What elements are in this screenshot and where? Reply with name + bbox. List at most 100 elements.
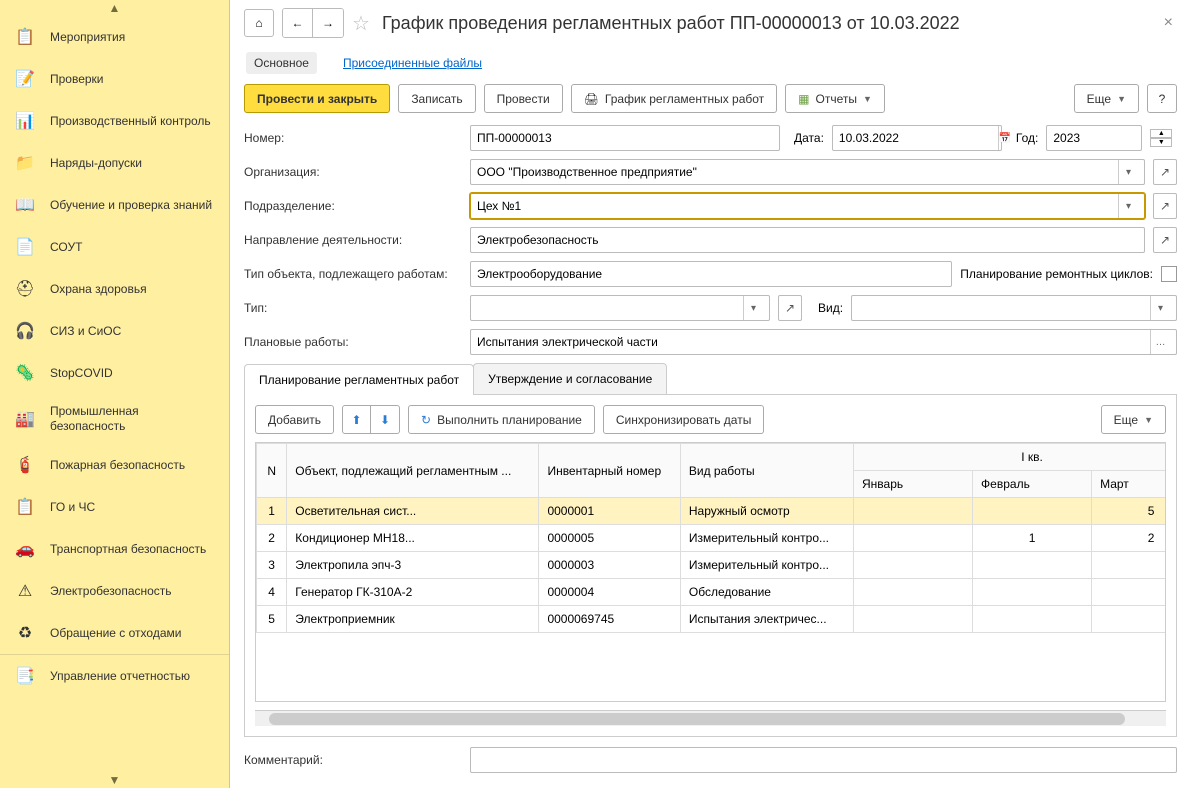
sidebar-item-proverki[interactable]: 📝Проверки bbox=[0, 58, 229, 100]
col-mar[interactable]: Март bbox=[1092, 471, 1166, 498]
do-plan-button[interactable]: ↻Выполнить планирование bbox=[408, 405, 595, 434]
sidebar-item-electro[interactable]: ⚠Электробезопасность bbox=[0, 570, 229, 612]
col-obj[interactable]: Объект, подлежащий регламентным ... bbox=[287, 444, 539, 498]
chevron-down-icon[interactable]: ▾ bbox=[1118, 160, 1138, 184]
star-icon[interactable]: ☆ bbox=[352, 11, 370, 36]
sidebar-item-go[interactable]: 📋ГО и ЧС bbox=[0, 486, 229, 528]
recycle-icon: ♻ bbox=[14, 622, 36, 644]
section-tabs: Основное Присоединенные файлы bbox=[244, 46, 1177, 82]
chevron-down-icon[interactable]: ▾ bbox=[743, 296, 763, 320]
calendar-icon[interactable]: 📅 bbox=[998, 126, 1011, 150]
grid[interactable]: N Объект, подлежащий регламентным ... Ин… bbox=[255, 442, 1166, 702]
open-icon[interactable]: ↗ bbox=[1153, 159, 1177, 185]
number-field[interactable] bbox=[470, 125, 780, 151]
sidebar-item-sout[interactable]: 📄СОУТ bbox=[0, 226, 229, 268]
kind-input[interactable] bbox=[858, 301, 1146, 315]
planwork-field[interactable]: … bbox=[470, 329, 1177, 355]
year-field[interactable] bbox=[1046, 125, 1142, 151]
tab-files[interactable]: Присоединенные файлы bbox=[335, 52, 490, 74]
planwork-input[interactable] bbox=[477, 335, 1146, 349]
sidebar-item-obuchenie[interactable]: 📖Обучение и проверка знаний bbox=[0, 184, 229, 226]
open-icon[interactable]: ↗ bbox=[1153, 193, 1177, 219]
spin-up-icon[interactable]: ▲ bbox=[1150, 129, 1172, 138]
move-up-button[interactable]: ⬆ bbox=[343, 406, 371, 433]
number-input[interactable] bbox=[477, 131, 773, 145]
scroll-thumb[interactable] bbox=[269, 713, 1125, 725]
factory-icon: 🏭 bbox=[14, 408, 36, 430]
date-input[interactable] bbox=[839, 131, 994, 145]
sub-more-button[interactable]: Еще▼ bbox=[1101, 405, 1166, 434]
sidebar-item-label: Производственный контроль bbox=[50, 114, 215, 129]
move-down-button[interactable]: ⬇ bbox=[371, 406, 399, 433]
col-inv[interactable]: Инвентарный номер bbox=[539, 444, 680, 498]
sidebar-item-stopcovid[interactable]: 🦠StopCOVID bbox=[0, 352, 229, 394]
print-button[interactable]: 🖨График регламентных работ bbox=[571, 84, 777, 113]
save-button[interactable]: Записать bbox=[398, 84, 475, 113]
chevron-down-icon: ▼ bbox=[1144, 415, 1153, 425]
year-spinner[interactable]: ▲▼ bbox=[1150, 129, 1172, 147]
sidebar-collapse-bottom[interactable]: ▼ bbox=[0, 772, 229, 788]
dir-input[interactable] bbox=[477, 233, 1138, 247]
comment-field[interactable] bbox=[470, 747, 1177, 773]
print-label: График регламентных работ bbox=[605, 92, 764, 106]
table-row[interactable]: 5Электроприемник0000069745Испытания элек… bbox=[257, 606, 1167, 633]
reports-button[interactable]: ▦Отчеты▼ bbox=[785, 84, 885, 113]
type-input[interactable] bbox=[477, 301, 739, 315]
post-and-close-button[interactable]: Провести и закрыть bbox=[244, 84, 390, 113]
close-button[interactable]: × bbox=[1160, 10, 1177, 36]
chevron-down-icon[interactable]: ▾ bbox=[1150, 296, 1170, 320]
nav-forward-button[interactable]: → bbox=[313, 9, 343, 37]
col-feb[interactable]: Февраль bbox=[973, 471, 1092, 498]
kind-field[interactable]: ▾ bbox=[851, 295, 1177, 321]
table-row[interactable]: 3Электропила эпч-30000003Измерительный к… bbox=[257, 552, 1167, 579]
col-n[interactable]: N bbox=[257, 444, 287, 498]
org-input[interactable] bbox=[477, 165, 1114, 179]
nav-back-button[interactable]: ← bbox=[283, 9, 313, 37]
sidebar-item-siz[interactable]: 🎧СИЗ и СиОС bbox=[0, 310, 229, 352]
spin-down-icon[interactable]: ▼ bbox=[1150, 138, 1172, 147]
add-button[interactable]: Добавить bbox=[255, 405, 334, 434]
sidebar-item-report[interactable]: 📑Управление отчетностью bbox=[0, 654, 229, 697]
col-work[interactable]: Вид работы bbox=[680, 444, 853, 498]
sidebar-item-meropriyatiya[interactable]: 📋Мероприятия bbox=[0, 16, 229, 58]
dir-field[interactable] bbox=[470, 227, 1145, 253]
subpanel: Добавить ⬆ ⬇ ↻Выполнить планирование Син… bbox=[244, 395, 1177, 737]
sidebar-item-prodcontrol[interactable]: 📊Производственный контроль bbox=[0, 100, 229, 142]
sidebar-item-othody[interactable]: ♻Обращение с отходами bbox=[0, 612, 229, 654]
sync-dates-button[interactable]: Синхронизировать даты bbox=[603, 405, 765, 434]
subtab-approval[interactable]: Утверждение и согласование bbox=[473, 363, 667, 394]
tab-main[interactable]: Основное bbox=[246, 52, 317, 74]
table-row[interactable]: 2Кондиционер МН18...0000005Измерительный… bbox=[257, 525, 1167, 552]
post-button[interactable]: Провести bbox=[484, 84, 563, 113]
sidebar-item-transport[interactable]: 🚗Транспортная безопасность bbox=[0, 528, 229, 570]
sidebar-item-naryady[interactable]: 📁Наряды-допуски bbox=[0, 142, 229, 184]
table-row[interactable]: 4Генератор ГК-310А-20000004Обследование bbox=[257, 579, 1167, 606]
dept-input[interactable] bbox=[477, 199, 1114, 213]
subtab-planning[interactable]: Планирование регламентных работ bbox=[244, 364, 474, 395]
dept-field[interactable]: ▾ bbox=[470, 193, 1145, 219]
open-icon[interactable]: ↗ bbox=[1153, 227, 1177, 253]
sidebar-collapse-top[interactable]: ▲ bbox=[0, 0, 229, 16]
reports-label: Отчеты bbox=[816, 92, 857, 106]
org-field[interactable]: ▾ bbox=[470, 159, 1145, 185]
home-button[interactable]: ⌂ bbox=[244, 9, 274, 37]
table-row[interactable]: 1Осветительная сист...0000001Наружный ос… bbox=[257, 498, 1167, 525]
horizontal-scrollbar[interactable] bbox=[255, 710, 1166, 726]
col-q1[interactable]: I кв. bbox=[854, 444, 1166, 471]
col-jan[interactable]: Январь bbox=[854, 471, 973, 498]
objtype-input[interactable] bbox=[477, 267, 945, 281]
open-icon[interactable]: ↗ bbox=[778, 295, 802, 321]
sidebar-item-prom[interactable]: 🏭Промышленная безопасность bbox=[0, 394, 229, 444]
plancycles-checkbox[interactable] bbox=[1161, 266, 1177, 282]
date-field[interactable]: 📅 bbox=[832, 125, 1002, 151]
type-field[interactable]: ▾ bbox=[470, 295, 770, 321]
sidebar-item-fire[interactable]: 🧯Пожарная безопасность bbox=[0, 444, 229, 486]
help-button[interactable]: ? bbox=[1147, 84, 1177, 113]
objtype-field[interactable] bbox=[470, 261, 952, 287]
sidebar-item-ohrana[interactable]: ⛑Охрана здоровья bbox=[0, 268, 229, 310]
more-button[interactable]: Еще▼ bbox=[1074, 84, 1139, 113]
comment-input[interactable] bbox=[477, 753, 1170, 767]
ellipsis-icon[interactable]: … bbox=[1150, 330, 1170, 354]
chevron-down-icon[interactable]: ▾ bbox=[1118, 194, 1138, 218]
plancycles-label: Планирование ремонтных циклов: bbox=[960, 267, 1153, 281]
